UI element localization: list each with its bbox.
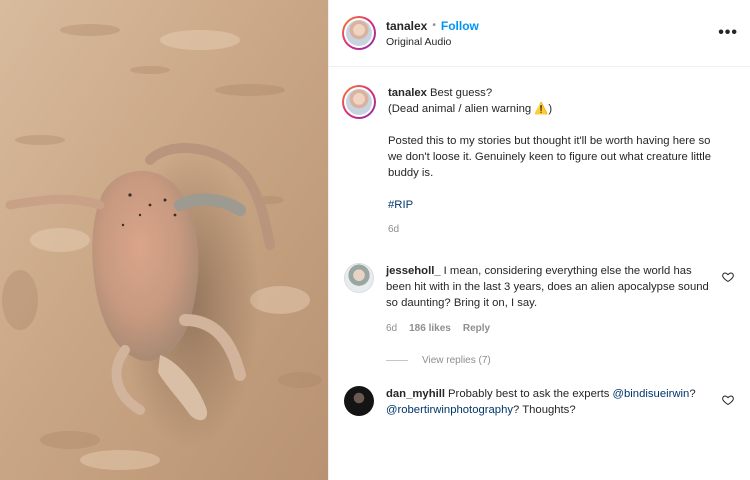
caption-avatar[interactable] bbox=[342, 85, 376, 119]
comment-body: Probably best to ask the experts bbox=[448, 388, 610, 400]
caption-time[interactable]: 6d bbox=[388, 222, 718, 238]
more-icon[interactable]: ••• bbox=[718, 24, 738, 42]
hashtag-link[interactable]: #RIP bbox=[388, 197, 718, 213]
separator-dot: • bbox=[432, 20, 436, 31]
commenter-username[interactable]: dan_myhill bbox=[386, 388, 445, 400]
comment-likes[interactable]: 186 likes bbox=[409, 321, 451, 337]
heart-icon[interactable] bbox=[722, 271, 734, 283]
comment-meta: 6d 186 likes Reply bbox=[386, 321, 716, 337]
comment-body-end: ? Thoughts? bbox=[513, 404, 576, 416]
caption-text: tanalex Best guess? (Dead animal / alien … bbox=[388, 85, 718, 238]
comment-qmark: ? bbox=[689, 388, 696, 400]
follow-button[interactable]: Follow bbox=[441, 19, 479, 33]
replies-line bbox=[386, 360, 408, 361]
caption-line1: Best guess? bbox=[429, 87, 493, 99]
comment-text: dan_myhill Probably best to ask the exper… bbox=[386, 386, 716, 418]
post-dialog: tanalex • Follow Original Audio ••• tana… bbox=[0, 0, 750, 480]
author-avatar[interactable] bbox=[342, 16, 376, 50]
commenter-username[interactable]: jesseholl_ bbox=[386, 265, 441, 277]
mention-link[interactable]: @bindisueirwin bbox=[613, 388, 690, 400]
caption-line2: (Dead animal / alien warning ⚠️) bbox=[388, 103, 553, 115]
post-header: tanalex • Follow Original Audio ••• bbox=[329, 0, 750, 67]
comment-item: jesseholl_ I mean, considering everything… bbox=[342, 263, 736, 337]
caption-username[interactable]: tanalex bbox=[388, 87, 427, 99]
view-replies-label: View replies (7) bbox=[422, 355, 491, 366]
caption: tanalex Best guess? (Dead animal / alien … bbox=[342, 85, 736, 238]
comment-item: dan_myhill Probably best to ask the exper… bbox=[342, 386, 736, 418]
audio-label[interactable]: Original Audio bbox=[386, 36, 479, 48]
heart-icon[interactable] bbox=[722, 394, 734, 406]
caption-paragraph: Posted this to my stories but thought it… bbox=[388, 135, 712, 179]
commenter-avatar[interactable] bbox=[344, 263, 374, 293]
post-media[interactable] bbox=[0, 0, 328, 480]
view-replies-button[interactable]: View replies (7) bbox=[386, 355, 736, 366]
comment-text: jesseholl_ I mean, considering everything… bbox=[386, 263, 716, 337]
comments-section: tanalex Best guess? (Dead animal / alien … bbox=[329, 67, 750, 418]
commenter-avatar[interactable] bbox=[344, 386, 374, 416]
beach-creature-photo bbox=[0, 0, 328, 480]
comment-time[interactable]: 6d bbox=[386, 321, 397, 337]
author-meta: tanalex • Follow Original Audio bbox=[386, 19, 479, 48]
post-panel: tanalex • Follow Original Audio ••• tana… bbox=[328, 0, 750, 480]
reply-button[interactable]: Reply bbox=[463, 321, 490, 337]
mention-link[interactable]: @robertirwinphotography bbox=[386, 404, 513, 416]
author-username[interactable]: tanalex bbox=[386, 19, 427, 33]
